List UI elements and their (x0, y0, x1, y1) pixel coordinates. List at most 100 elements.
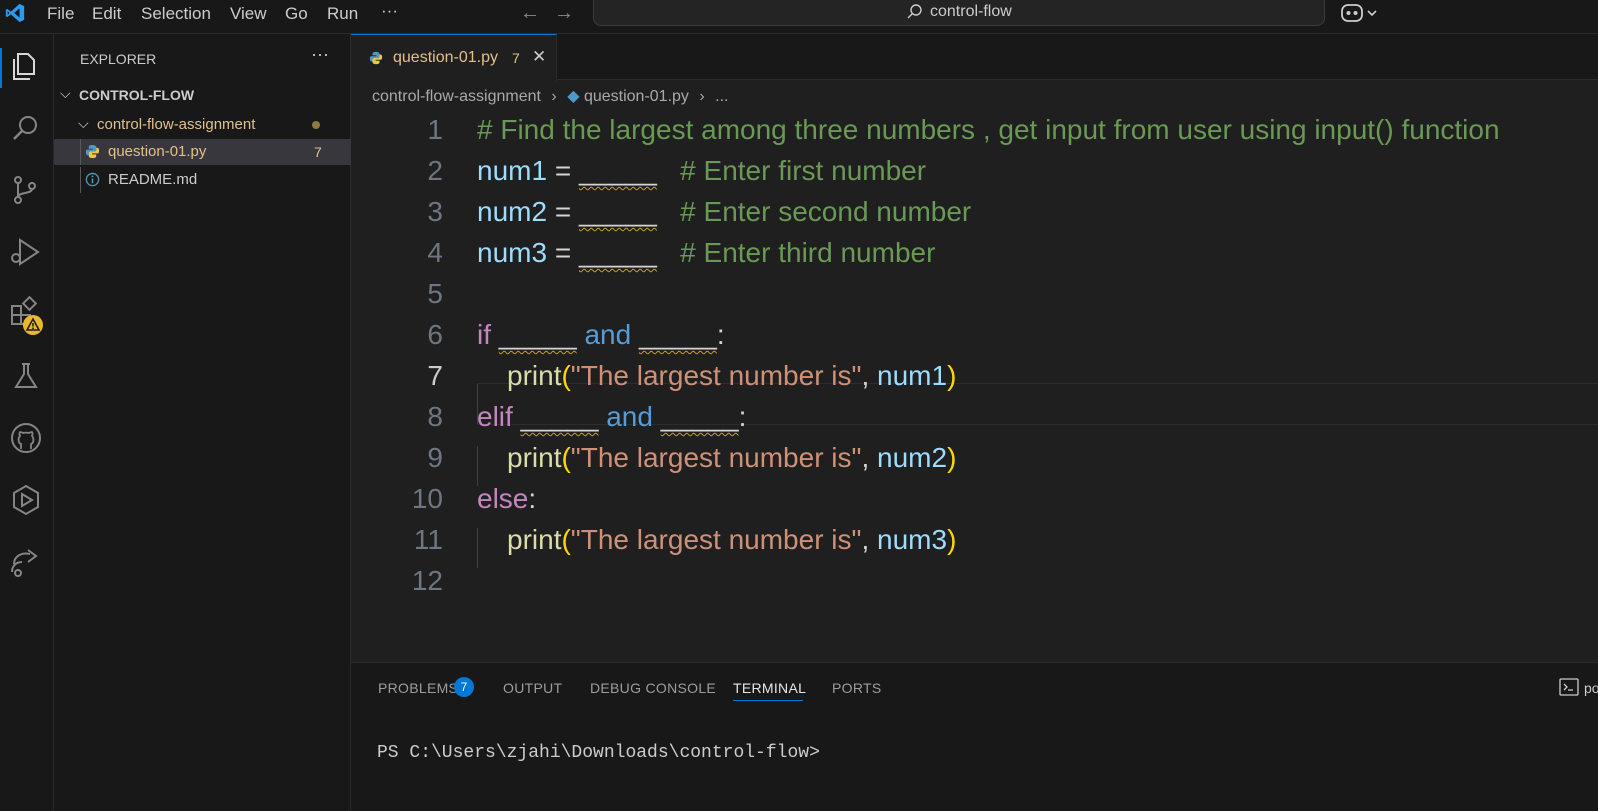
tab-debug-console[interactable]: DEBUG CONSOLE (590, 680, 716, 696)
line-number: 3 (427, 196, 443, 227)
code-variable: num3 (877, 524, 948, 555)
line-number: 2 (427, 155, 443, 186)
code-operator: , (861, 360, 878, 391)
terminal-label[interactable]: po (1584, 680, 1598, 696)
line-number-active: 7 (427, 360, 443, 391)
tab-output[interactable]: OUTPUT (503, 680, 562, 696)
code-function: print (507, 442, 562, 473)
tab-label: question-01.py (393, 49, 498, 66)
code-line: elif _____ and _____: (477, 401, 746, 433)
info-icon (85, 172, 100, 187)
chevron-right-icon: › (699, 88, 705, 105)
code-editor[interactable]: 1 2 3 4 5 6 7 8 9 10 11 12 # Find the la… (351, 110, 1598, 660)
code-operator: , (861, 442, 878, 473)
search-icon (907, 4, 922, 19)
warning-icon (25, 317, 41, 331)
file-problem-badge: 7 (314, 144, 322, 160)
run-debug-icon[interactable] (6, 232, 46, 272)
line-number: 8 (427, 401, 443, 432)
file-row-question-01[interactable]: question-01.py 7 (54, 139, 351, 165)
code-operator: , (861, 524, 878, 555)
code-comment: # Enter first number (656, 155, 927, 186)
menu-file[interactable]: File (47, 3, 74, 25)
chevron-right-icon: › (551, 88, 557, 105)
code-string: "The largest number is" (570, 524, 862, 555)
code-blank: _____ (498, 319, 577, 350)
code-variable: num2 (477, 196, 548, 227)
chevron-down-icon: ⌵ (60, 85, 71, 101)
github-icon[interactable] (6, 418, 46, 458)
code-bracket: ( (561, 360, 571, 391)
code-blank: _____ (578, 155, 657, 186)
python-icon: ◆ (567, 88, 580, 105)
code-line: num2 = _____ # Enter second number (477, 196, 971, 228)
sidebar-title: EXPLORER (80, 51, 157, 67)
code-keyword: elif (477, 401, 513, 432)
code-operator: : (528, 483, 537, 514)
terminal-prompt[interactable]: PS C:\Users\zjahi\Downloads\control-flow… (377, 743, 820, 763)
line-number: 10 (411, 483, 443, 514)
menu-run[interactable]: Run (327, 3, 358, 25)
menu-view[interactable]: View (230, 3, 267, 25)
code-line: else: (477, 483, 536, 515)
forward-arrow-icon[interactable]: → (554, 2, 574, 25)
modified-dot (312, 121, 320, 129)
terminal-icon[interactable] (1559, 678, 1579, 696)
code-operator: = (547, 237, 579, 268)
command-center-text: control-flow (930, 3, 1012, 20)
vscode-logo-icon[interactable] (4, 2, 26, 24)
code-variable: num1 (877, 360, 948, 391)
file-label: README.md (108, 171, 198, 188)
sidebar-more-button[interactable]: ··· (311, 44, 329, 65)
line-number: 12 (411, 565, 443, 596)
explorer-icon[interactable] (6, 46, 46, 86)
root-folder-row[interactable]: ⌵ CONTROL-FLOW (54, 82, 351, 106)
code-variable: num2 (877, 442, 948, 473)
menu-more[interactable]: ··· (381, 0, 398, 22)
file-row-readme[interactable]: README.md (54, 167, 351, 193)
active-indicator (0, 48, 2, 88)
close-icon[interactable]: ✕ (532, 47, 546, 67)
breadcrumb-folder[interactable]: control-flow-assignment (372, 88, 541, 105)
menu-go[interactable]: Go (285, 3, 308, 25)
code-blank: _____ (520, 401, 599, 432)
copilot-icon[interactable] (1340, 2, 1386, 24)
code-line: if _____ and _____: (477, 319, 725, 351)
breadcrumb-symbol[interactable]: ... (715, 88, 728, 105)
tab-terminal[interactable]: TERMINAL (733, 680, 806, 696)
code-blank: _____ (578, 237, 657, 268)
remote-explorer-icon[interactable] (6, 480, 46, 520)
line-number: 1 (427, 114, 443, 145)
code-bracket: ( (561, 442, 571, 473)
python-icon (369, 51, 383, 65)
source-control-icon[interactable] (6, 170, 46, 210)
code-line: num3 = _____ # Enter third number (477, 237, 935, 269)
search-icon[interactable] (6, 108, 46, 148)
code-bracket: ) (947, 442, 957, 473)
code-comment: # Find the largest among three numbers ,… (477, 114, 1500, 145)
breadcrumb-file[interactable]: question-01.py (584, 88, 689, 105)
breadcrumb: control-flow-assignment › ◆ question-01.… (372, 86, 729, 106)
code-keyword: and (606, 401, 653, 432)
code-variable: num1 (477, 155, 548, 186)
code-bracket: ) (947, 524, 957, 555)
tab-ports[interactable]: PORTS (832, 680, 881, 696)
tab-question-01[interactable]: question-01.py 7 ✕ (351, 34, 557, 81)
code-line: print("The largest number is", num2) (507, 442, 956, 474)
menu-edit[interactable]: Edit (92, 3, 121, 25)
code-line: # Find the largest among three numbers ,… (477, 114, 1500, 146)
live-share-icon[interactable] (6, 542, 46, 582)
menu-selection[interactable]: Selection (141, 3, 211, 25)
code-keyword: if (477, 319, 491, 350)
tree-guide (80, 139, 81, 165)
testing-icon[interactable] (6, 356, 46, 396)
tab-problems[interactable]: PROBLEMS (378, 680, 458, 696)
code-keyword: and (584, 319, 632, 350)
code-line: num1 = _____ # Enter first number (477, 155, 926, 187)
line-number: 11 (413, 524, 443, 555)
warning-badge (23, 315, 43, 335)
code-bracket: ( (561, 524, 571, 555)
code-operator: : (738, 401, 747, 432)
folder-row[interactable]: ⌵ control-flow-assignment (54, 112, 351, 137)
back-arrow-icon[interactable]: ← (520, 2, 540, 25)
